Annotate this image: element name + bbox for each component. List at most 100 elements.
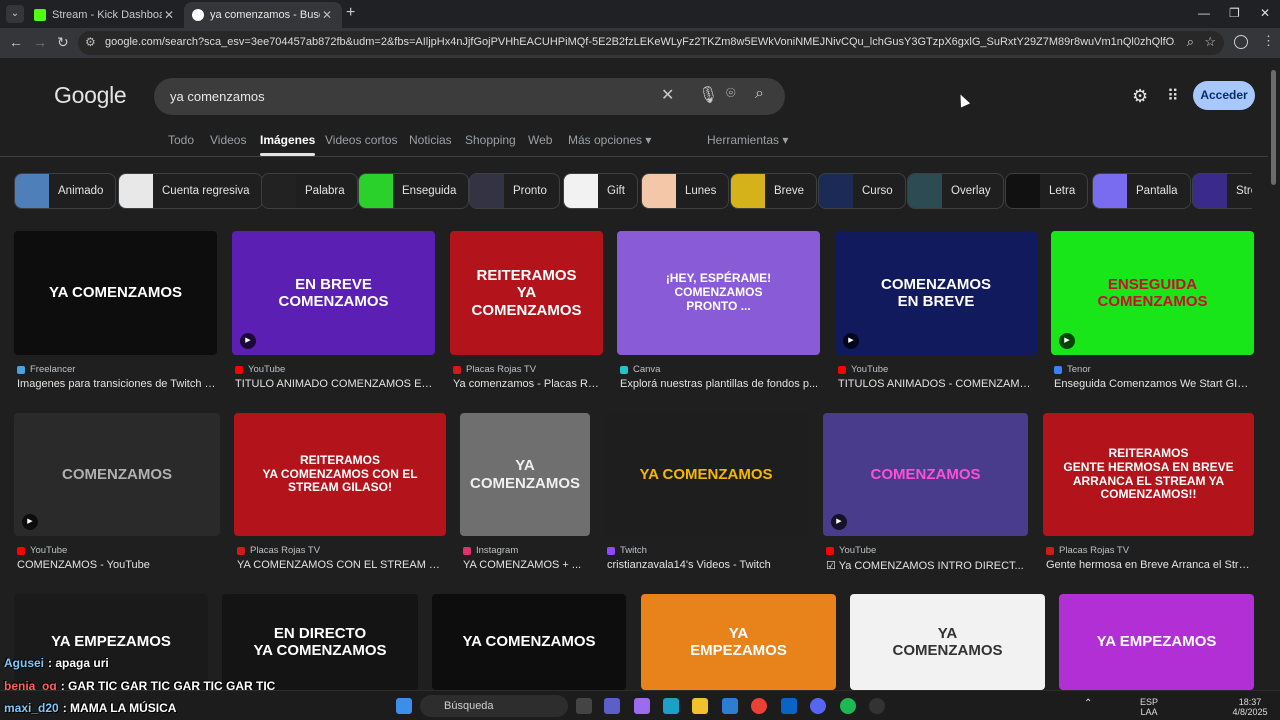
result-title[interactable]: Imagenes para transiciones de Twitch | .… <box>17 378 216 390</box>
result-thumbnail[interactable]: REITERAMOS YA COMENZAMOS <box>450 231 603 355</box>
url-text[interactable]: google.com/search?sca_esv=3ee704457ab872… <box>105 36 1175 48</box>
image-result[interactable]: REITERAMOS GENTE HERMOSA EN BREVE ARRANC… <box>1043 413 1254 580</box>
copilot-icon[interactable] <box>634 698 650 714</box>
result-thumbnail[interactable]: COMENZAMOS <box>823 413 1028 536</box>
store-icon[interactable] <box>722 698 738 714</box>
profile-icon[interactable] <box>1234 35 1248 49</box>
outlook-icon[interactable] <box>781 698 797 714</box>
result-thumbnail[interactable]: EN BREVE COMENZAMOS <box>232 231 435 355</box>
chip-gift[interactable]: Gift <box>563 173 638 209</box>
result-source[interactable]: YouTube <box>838 364 888 375</box>
edge-icon[interactable] <box>663 698 679 714</box>
tab-noticias[interactable]: Noticias <box>409 133 452 147</box>
chip-pronto[interactable]: Pronto <box>469 173 560 209</box>
result-thumbnail[interactable]: COMENZAMOS EN BREVE <box>835 231 1037 355</box>
discord-icon[interactable] <box>810 698 826 714</box>
forward-icon[interactable]: → <box>33 34 47 50</box>
chip-cuenta-regresiva[interactable]: Cuenta regresiva <box>118 173 263 209</box>
result-thumbnail[interactable]: ENSEGUIDA COMENZAMOS <box>1051 231 1254 355</box>
image-result[interactable]: COMENZAMOS ▶ YouTube COMENZAMOS - YouTube <box>14 413 220 580</box>
sign-in-button[interactable]: Acceder <box>1193 81 1255 110</box>
tab-todo[interactable]: Todo <box>168 133 194 147</box>
page-scrollbar[interactable] <box>1271 70 1276 185</box>
chip-lunes[interactable]: Lunes <box>641 173 730 209</box>
reload-icon[interactable]: ↻ <box>57 34 69 51</box>
menu-kebab-icon[interactable]: ⋮ <box>1262 33 1275 49</box>
chip-overlay[interactable]: Overlay <box>907 173 1004 209</box>
result-title[interactable]: cristianzavala14's Videos - Twitch <box>607 559 807 571</box>
result-thumbnail[interactable]: YA COMENZAMOS <box>14 231 217 355</box>
image-result[interactable]: EN BREVE COMENZAMOS ▶ YouTube TITULO ANIMAD… <box>232 231 435 399</box>
tab-videos[interactable]: Videos <box>210 133 246 147</box>
google-logo[interactable]: Google <box>54 82 127 109</box>
clock[interactable]: 18:37 4/8/2025 <box>1230 697 1270 717</box>
result-title[interactable]: Explorá nuestras plantillas de fondos p.… <box>620 378 819 390</box>
result-title[interactable]: COMENZAMOS - YouTube <box>17 559 219 571</box>
chip-curso[interactable]: Curso <box>818 173 906 209</box>
image-result[interactable]: COMENZAMOS EN BREVE ▶ YouTube TITULOS ANIMA… <box>835 231 1037 399</box>
result-title[interactable]: Ya comenzamos - Placas Ro... <box>453 378 602 390</box>
result-thumbnail[interactable]: YA EMPEZAMOS <box>641 594 836 690</box>
chip-pantalla[interactable]: Pantalla <box>1092 173 1191 209</box>
result-thumbnail[interactable]: EN DIRECTO YA COMENZAMOS <box>222 594 418 690</box>
image-result[interactable]: YA COMENZAMOS <box>432 594 626 690</box>
result-thumbnail[interactable]: REITERAMOS YA COMENZAMOS CON EL STREAM G… <box>234 413 446 536</box>
teams-icon[interactable] <box>604 698 620 714</box>
chip-stre[interactable]: Stre <box>1192 173 1252 209</box>
chip-palabra[interactable]: Palabra <box>261 173 358 209</box>
image-result[interactable]: REITERAMOS YA COMENZAMOS Placas Rojas TV Y… <box>450 231 603 399</box>
search-icon[interactable]: ⌕ <box>755 85 764 103</box>
windows-start-icon[interactable] <box>396 698 412 714</box>
result-source[interactable]: Canva <box>620 364 660 375</box>
more-options-menu[interactable]: Más opciones ▾ <box>568 133 651 147</box>
spotify-icon[interactable] <box>840 698 856 714</box>
image-result[interactable]: COMENZAMOS ▶ YouTube ☑ Ya COMENZAMOS INTRO … <box>823 413 1028 580</box>
search-input[interactable]: ya comenzamos <box>170 89 265 104</box>
result-title[interactable]: TITULO ANIMADO COMENZAMOS EN... <box>235 378 434 390</box>
result-source[interactable]: Placas Rojas TV <box>1046 545 1129 556</box>
result-title[interactable]: YA COMENZAMOS CON EL STREAM GI... <box>237 559 445 571</box>
result-source[interactable]: Tenor <box>1054 364 1091 375</box>
image-result[interactable]: EN DIRECTO YA COMENZAMOS <box>222 594 418 690</box>
result-thumbnail[interactable]: COMENZAMOS <box>14 413 220 536</box>
result-source[interactable]: YouTube <box>235 364 285 375</box>
result-thumbnail[interactable]: REITERAMOS GENTE HERMOSA EN BREVE ARRANC… <box>1043 413 1254 536</box>
chip-animado[interactable]: Animado <box>14 173 117 209</box>
result-thumbnail[interactable]: ¡HEY, ESPÉRAME! COMENZAMOS PRONTO ... <box>617 231 820 355</box>
microphone-icon[interactable]: 🎙 <box>698 85 718 105</box>
zoom-icon[interactable]: ⌕ <box>1187 34 1194 50</box>
result-title[interactable]: ☑ Ya COMENZAMOS INTRO DIRECT... <box>826 559 1027 572</box>
image-result[interactable]: ¡HEY, ESPÉRAME! COMENZAMOS PRONTO ... Can… <box>617 231 820 399</box>
restore-icon[interactable]: ❐ <box>1229 6 1240 20</box>
image-result[interactable]: YA EMPEZAMOS <box>14 594 208 690</box>
minimize-icon[interactable]: — <box>1198 6 1210 20</box>
image-result[interactable]: YA EMPEZAMOS <box>641 594 836 690</box>
image-result[interactable]: YA COMENZAMOS Twitch cristianzavala14's Vi… <box>604 413 808 580</box>
close-tab-icon[interactable]: ✕ <box>162 8 176 22</box>
tab-web[interactable]: Web <box>528 133 552 147</box>
input-language[interactable]: ESP LAA <box>1140 697 1158 717</box>
result-thumbnail[interactable]: YA COMENZAMOS <box>460 413 590 536</box>
result-source[interactable]: Placas Rojas TV <box>453 364 536 375</box>
tray-chevron-icon[interactable]: ⌃ <box>1084 699 1092 709</box>
result-source[interactable]: YouTube <box>826 545 876 556</box>
site-info-icon[interactable]: ⚙ <box>85 35 96 49</box>
close-tab-icon[interactable]: ✕ <box>320 8 334 22</box>
apps-grid-icon[interactable]: ⠿ <box>1167 86 1179 106</box>
new-tab-button[interactable]: + <box>346 4 355 22</box>
image-result[interactable]: ENSEGUIDA COMENZAMOS ▶ Tenor Enseguida Come… <box>1051 231 1254 399</box>
result-source[interactable]: YouTube <box>17 545 67 556</box>
image-result[interactable]: YA COMENZAMOS Instagram YA COMENZAMOS + ..… <box>460 413 590 580</box>
close-window-icon[interactable]: ✕ <box>1260 6 1270 20</box>
result-source[interactable]: Freelancer <box>17 364 75 375</box>
tab-google-search[interactable]: ya comenzamos - Buscar con Google ✕ <box>184 2 342 28</box>
image-result[interactable]: REITERAMOS YA COMENZAMOS CON EL STREAM G… <box>234 413 446 580</box>
chrome-icon[interactable] <box>751 698 767 714</box>
result-title[interactable]: TITULOS ANIMADOS - COMENZAMO... <box>838 378 1036 390</box>
result-source[interactable]: Twitch <box>607 545 647 556</box>
tab-search-button[interactable]: ⌄ <box>6 5 24 23</box>
tab-kick-dashboard[interactable]: Stream - Kick Dashboard ✕ <box>26 2 184 28</box>
image-result[interactable]: YA COMENZAMOS Freelancer Imagenes para tra… <box>14 231 217 399</box>
settings-gear-icon[interactable]: ⚙ <box>1132 86 1148 107</box>
image-result[interactable]: YA COMENZAMOS <box>850 594 1045 690</box>
